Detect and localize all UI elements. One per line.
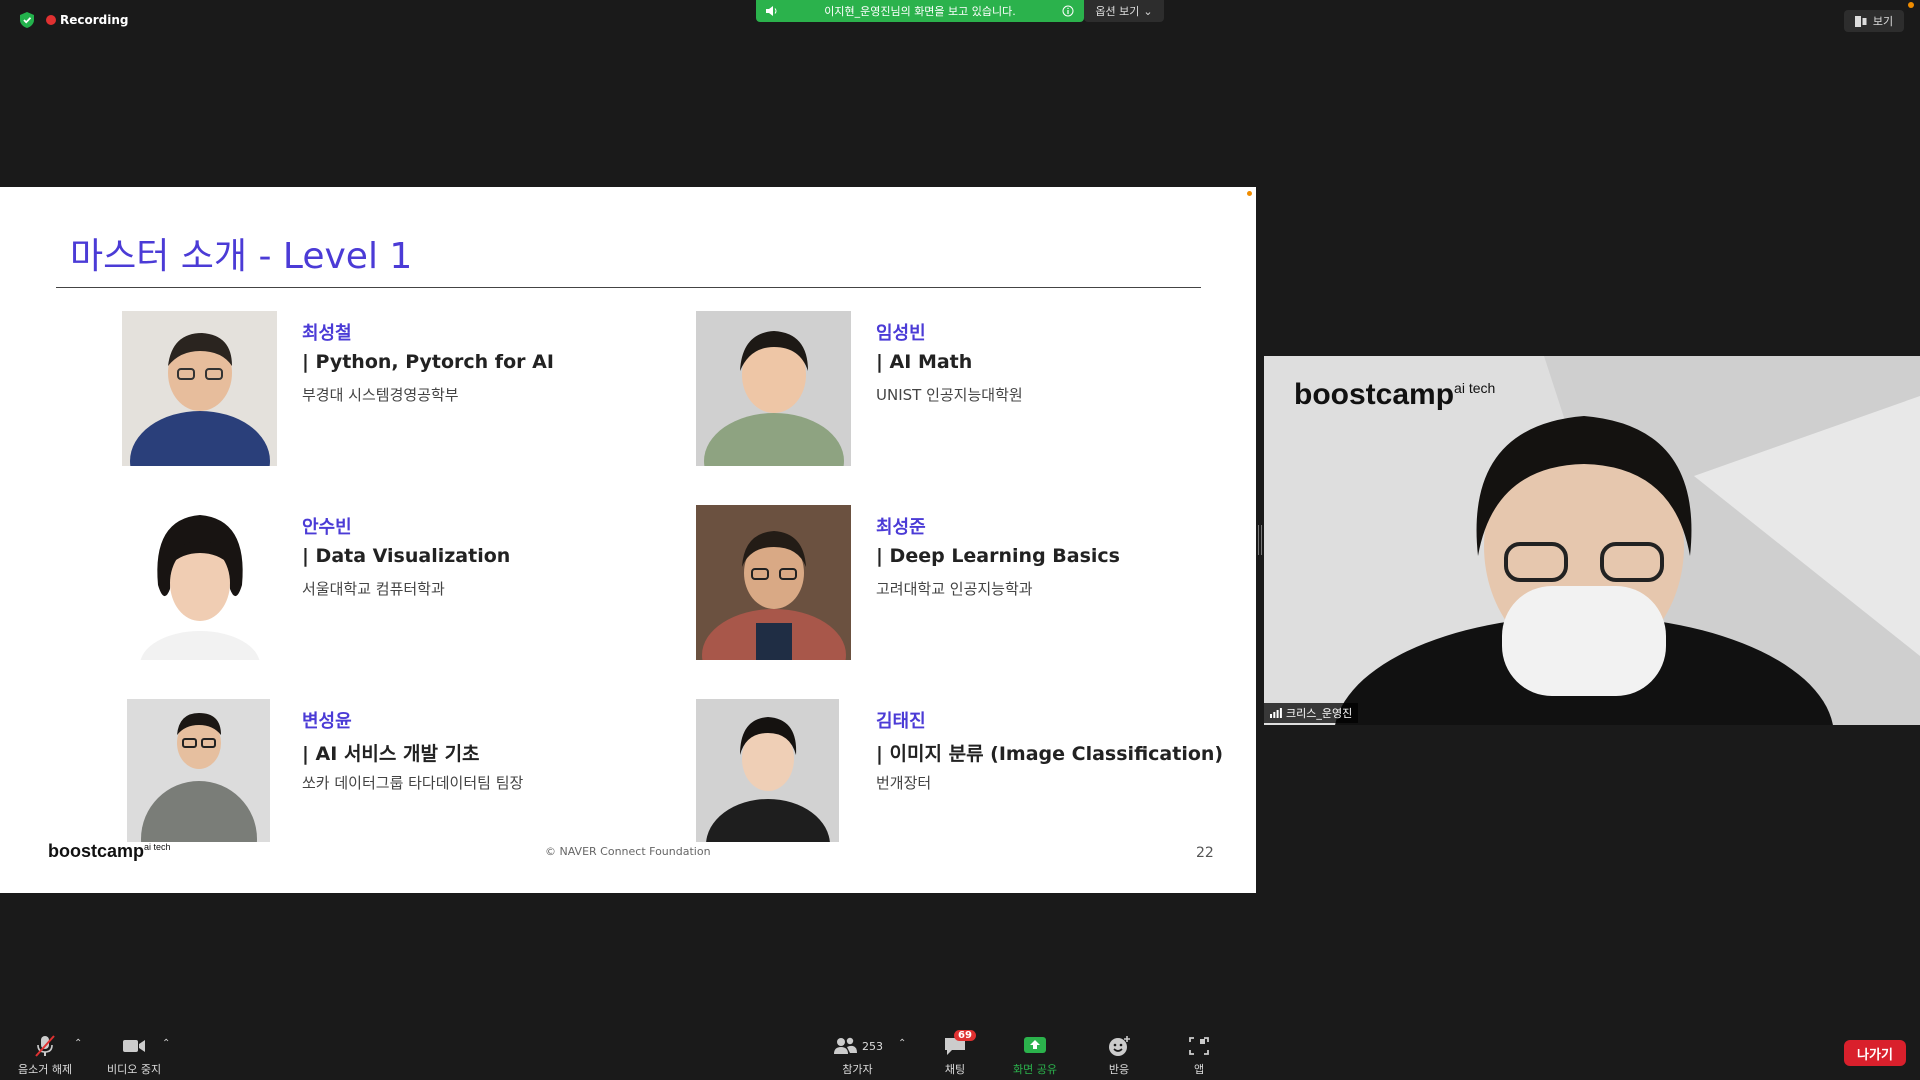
copyright-text: © NAVER Connect Foundation [545, 845, 711, 858]
recording-indicator[interactable]: Recording [46, 13, 129, 27]
share-screen-button[interactable]: 화면 공유 [1013, 1034, 1057, 1077]
leave-meeting-button[interactable]: 나가기 [1844, 1040, 1906, 1066]
person-subject: | Data Visualization [302, 545, 511, 567]
chat-unread-badge: 69 [954, 1030, 976, 1041]
person-name: 김태진 [876, 711, 926, 732]
mic-options-caret-icon[interactable]: ⌃ [74, 1038, 82, 1049]
participant-video-tile[interactable]: boostcampai tech 크리스_운영진 [1264, 356, 1920, 725]
person-avatar-icon [696, 311, 851, 466]
camera-logo-text: boostcamp [1294, 378, 1455, 411]
logo-text: boostcamp [48, 841, 145, 861]
stop-video-button[interactable]: 비디오 중지 [107, 1034, 161, 1077]
person-affiliation: 쏘카 데이터그룹 타다데이터팀 팀장 [302, 774, 524, 792]
person-subject: | 이미지 분류 (Image Classification) [876, 743, 1224, 765]
top-left-status: Recording [20, 12, 129, 28]
person-subject: | AI Math [876, 351, 973, 373]
person-avatar-icon [122, 505, 277, 660]
person-avatar-icon [122, 311, 277, 466]
view-layout-icon [1854, 15, 1867, 27]
person-photo [696, 505, 851, 660]
slide-title: 마스터 소개 - Level 1 [70, 236, 413, 277]
reactions-label: 반응 [1108, 1063, 1130, 1076]
info-icon[interactable] [1062, 5, 1074, 17]
person-name: 최성철 [302, 323, 352, 344]
reactions-button[interactable]: 반응 [1106, 1034, 1132, 1077]
resize-handle[interactable] [1258, 525, 1262, 555]
share-screen-label: 화면 공유 [1013, 1063, 1057, 1076]
share-banner-text: 이지현_운영진님의 화면을 보고 있습니다. [824, 5, 1016, 18]
chevron-down-icon: ⌄ [1143, 4, 1153, 18]
person-photo [122, 311, 277, 466]
camera-boostcamp-logo: boostcampai tech [1294, 378, 1495, 412]
slide-dot [1247, 191, 1252, 196]
boostcamp-logo: boostcampai tech [48, 841, 171, 862]
person-name: 안수빈 [302, 517, 352, 538]
person-affiliation: 번개장터 [876, 774, 932, 792]
camera-logo-sup: ai tech [1454, 380, 1496, 396]
person-affiliation: UNIST 인공지능대학원 [876, 386, 1023, 404]
person-avatar-icon [696, 505, 851, 660]
share-screen-icon [1023, 1037, 1046, 1053]
chat-button[interactable]: 69 채팅 [942, 1030, 976, 1077]
person-avatar-icon [696, 699, 839, 842]
microphone-muted-icon [35, 1035, 55, 1057]
chat-label: 채팅 [944, 1063, 966, 1076]
status-dot [1908, 2, 1914, 8]
participants-icon [834, 1037, 857, 1054]
zoom-meeting-window: Recording 이지현_운영진님의 화면을 보고 있습니다. 옵션 보기 ⌄… [0, 0, 1920, 1080]
person-affiliation: 부경대 시스템경영공학부 [302, 386, 459, 404]
person-affiliation: 고려대학교 인공지능학과 [876, 580, 1033, 598]
speaker-icon[interactable] [766, 6, 778, 16]
apps-icon [1189, 1037, 1209, 1055]
unmute-button[interactable]: 음소거 해제 [18, 1034, 72, 1077]
apps-label: 앱 [1193, 1063, 1205, 1076]
person-name: 임성빈 [876, 323, 926, 344]
page-number: 22 [1196, 845, 1214, 861]
unmute-label: 음소거 해제 [18, 1063, 73, 1076]
participants-count: 253 [862, 1039, 883, 1053]
person-photo [696, 311, 851, 466]
participants-caret-icon[interactable]: ⌃ [898, 1038, 906, 1049]
person-photo [122, 505, 277, 660]
view-options-label: 옵션 보기 [1095, 5, 1140, 18]
person-name: 최성준 [876, 517, 926, 538]
meeting-toolbar: 음소거 해제 ⌃ 비디오 중지 ⌃ 253 참가자 ⌃ 69 채팅 화면 공유 … [0, 1028, 1920, 1080]
video-options-caret-icon[interactable]: ⌃ [162, 1038, 170, 1049]
apps-button[interactable]: 앱 [1186, 1034, 1212, 1077]
view-button-label: 보기 [1872, 15, 1894, 28]
view-options-dropdown[interactable]: 옵션 보기 ⌄ [1084, 0, 1164, 22]
person-affiliation: 서울대학교 컴퓨터학과 [302, 580, 445, 598]
shield-icon[interactable] [20, 12, 34, 28]
stop-video-label: 비디오 중지 [107, 1063, 162, 1076]
participants-button[interactable]: 253 참가자 [832, 1034, 883, 1077]
person-subject: | AI 서비스 개발 기초 [302, 743, 480, 765]
participant-name-tag: 크리스_운영진 [1264, 703, 1359, 723]
participants-icon-row: 253 [832, 1034, 883, 1061]
shared-slide: 마스터 소개 - Level 1 최성철 | Python, Pytorch f… [0, 187, 1256, 893]
signal-icon [1270, 708, 1282, 718]
person-photo [127, 699, 270, 842]
person-subject: | Deep Learning Basics [876, 545, 1120, 567]
screen-share-banner: 이지현_운영진님의 화면을 보고 있습니다. [756, 0, 1084, 22]
record-dot-icon [46, 15, 56, 25]
person-avatar-icon [127, 699, 270, 842]
title-divider [56, 287, 1201, 288]
participant-name: 크리스_운영진 [1286, 707, 1353, 720]
participants-label: 참가자 [842, 1063, 873, 1076]
person-photo [696, 699, 839, 842]
person-name: 변성윤 [302, 711, 352, 732]
person-subject: | Python, Pytorch for AI [302, 351, 554, 373]
view-button[interactable]: 보기 [1844, 10, 1904, 32]
logo-sup: ai tech [144, 842, 171, 852]
video-camera-icon [123, 1040, 146, 1052]
recording-label: Recording [60, 13, 129, 27]
emoji-icon [1109, 1036, 1130, 1056]
